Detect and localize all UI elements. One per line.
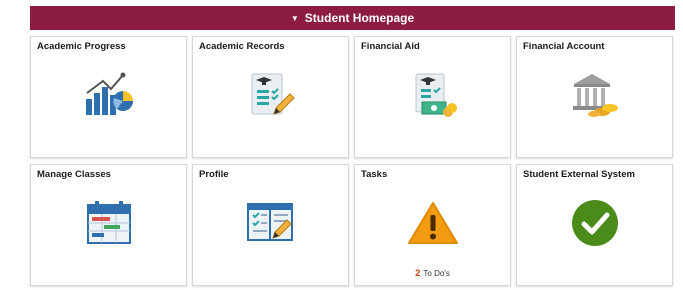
page-title: Student Homepage (304, 11, 415, 25)
tile-title: Profile (199, 169, 229, 180)
records-document-icon (246, 70, 296, 120)
financial-aid-document-icon (408, 70, 458, 120)
tile-academic-progress[interactable]: Academic Progress (30, 36, 187, 158)
tile-title: Financial Account (523, 41, 605, 52)
tile-financial-aid[interactable]: Financial Aid (354, 36, 511, 158)
todo-count: 2 (415, 268, 421, 279)
tile-grid: Academic Progress Academic Records Finan… (30, 36, 673, 286)
checkmark-circle-icon (570, 198, 620, 248)
tile-title: Tasks (361, 169, 388, 180)
tile-student-external-system[interactable]: Student External System (516, 164, 673, 286)
tile-title: Academic Progress (37, 41, 126, 52)
tile-title: Academic Records (199, 41, 285, 52)
tile-profile[interactable]: Profile (192, 164, 349, 286)
todo-count-badge: 2 To Do's (355, 268, 510, 279)
tile-title: Manage Classes (37, 169, 111, 180)
tile-academic-records[interactable]: Academic Records (192, 36, 349, 158)
tile-tasks[interactable]: Tasks 2 To Do's (354, 164, 511, 286)
progress-chart-icon (83, 71, 135, 119)
tile-title: Student External System (523, 169, 635, 180)
bank-coins-icon (568, 72, 622, 118)
calendar-icon (85, 199, 133, 247)
chevron-down-icon: ▼ (290, 13, 299, 23)
tile-title: Financial Aid (361, 41, 420, 52)
profile-form-icon (245, 200, 297, 246)
tile-financial-account[interactable]: Financial Account (516, 36, 673, 158)
homepage-header[interactable]: ▼ Student Homepage (30, 6, 675, 30)
tile-manage-classes[interactable]: Manage Classes (30, 164, 187, 286)
todo-label: To Do's (423, 269, 450, 278)
warning-icon (407, 200, 459, 246)
